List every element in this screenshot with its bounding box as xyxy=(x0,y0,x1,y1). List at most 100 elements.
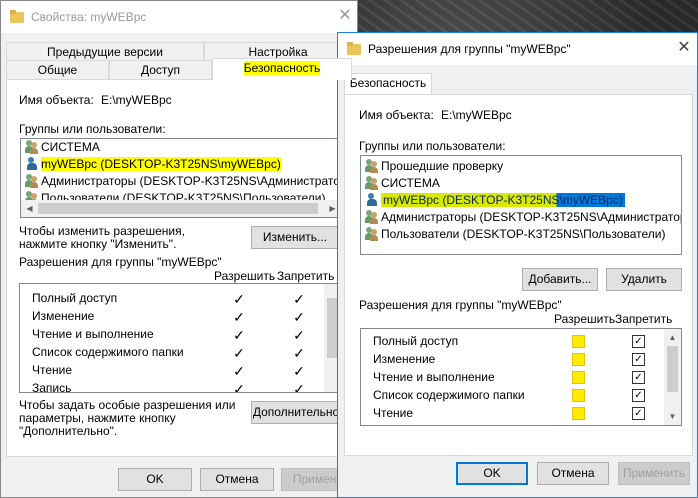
tab-security-label: Безопасность xyxy=(243,61,321,75)
permissions-label: Разрешения для группы "myWEBpc" xyxy=(19,255,222,269)
deny-header: Запретить xyxy=(615,312,673,326)
list-item-label: Прошедшие проверку xyxy=(381,159,504,173)
deny-checkbox[interactable]: ✓ xyxy=(632,335,645,348)
list-item-label: myWEBpc (DESKTOP-K3T25NS\myWEBpc) xyxy=(381,193,625,207)
users-list[interactable]: СИСТЕМА myWEBpc (DESKTOP-K3T25NS\myWEBpc… xyxy=(20,138,342,218)
permissions-label: Разрешения для группы "myWEBpc" xyxy=(359,298,562,312)
close-icon[interactable]: ✕ xyxy=(333,5,357,27)
advanced-hint-line2: параметры, нажмите кнопку xyxy=(19,411,176,425)
horizontal-scrollbar[interactable]: ◀ ▶ xyxy=(21,200,341,217)
change-hint-line2: нажмите кнопку "Изменить". xyxy=(19,237,177,251)
perm-row: Чтение xyxy=(32,363,73,377)
vertical-scrollbar[interactable]: ▲ ▼ xyxy=(664,329,681,425)
list-item[interactable]: СИСТЕМА xyxy=(23,139,100,155)
tab-previous-versions[interactable]: Предыдущие версии xyxy=(6,42,204,62)
perm-row: Полный доступ xyxy=(373,334,459,348)
tab-security[interactable]: Безопасность xyxy=(212,58,352,80)
list-item-label: myWEBpc (DESKTOP-K3T25NS\myWEBpc) xyxy=(41,157,281,171)
scroll-thumb[interactable] xyxy=(667,346,678,392)
cancel-button[interactable]: Отмена xyxy=(200,468,274,491)
tab-security[interactable]: Безопасность xyxy=(344,73,432,95)
object-name-label: Имя объекта: xyxy=(359,108,434,122)
folder-icon xyxy=(10,10,24,24)
tab-general[interactable]: Общие xyxy=(6,60,109,80)
object-name-value: E:\myWEBpc xyxy=(101,93,172,107)
scroll-down-icon[interactable]: ▼ xyxy=(664,408,681,425)
apply-button[interactable]: Применить xyxy=(618,462,690,485)
close-icon[interactable]: ✕ xyxy=(672,37,696,59)
advanced-hint-line3: "Дополнительно". xyxy=(19,424,118,438)
tab-sharing[interactable]: Доступ xyxy=(109,60,212,80)
list-item-selected[interactable]: myWEBpc (DESKTOP-K3T25NS\myWEBpc) xyxy=(23,156,281,172)
change-hint-line1: Чтобы изменить разрешения, xyxy=(19,224,185,238)
allow-checkbox[interactable] xyxy=(572,389,585,402)
users-group-icon xyxy=(25,140,39,154)
perm-row: Список содержимого папки xyxy=(32,345,184,359)
perm-row: Полный доступ xyxy=(32,291,118,305)
advanced-button[interactable]: Дополнительно xyxy=(251,401,341,424)
perm-row: Список содержимого папки xyxy=(373,388,525,402)
check-icon: ✓ xyxy=(293,291,305,307)
groups-label: Группы или пользователи: xyxy=(19,122,166,136)
add-button[interactable]: Добавить... xyxy=(522,268,598,291)
advanced-hint-line1: Чтобы задать особые разрешения или xyxy=(19,398,236,412)
list-item-label: СИСТЕМА xyxy=(381,176,440,190)
permissions-window: Разрешения для группы "myWEBpc" ✕ Безопа… xyxy=(337,32,698,498)
ok-button[interactable]: OK xyxy=(118,468,192,491)
list-item[interactable]: Пользователи (DESKTOP-K3T25NS\Пользовате… xyxy=(363,226,665,242)
perm-row: Изменение xyxy=(32,309,95,323)
deny-checkbox[interactable]: ✓ xyxy=(632,389,645,402)
list-item[interactable]: Администраторы (DESKTOP-K3T25NS\Админист… xyxy=(23,173,342,189)
allow-checkbox[interactable] xyxy=(572,353,585,366)
object-name-value: E:\myWEBpc xyxy=(441,108,512,122)
list-item-selected[interactable]: myWEBpc (DESKTOP-K3T25NS\myWEBpc) xyxy=(363,192,625,208)
deny-checkbox[interactable]: ✓ xyxy=(632,353,645,366)
list-item-label: СИСТЕМА xyxy=(41,140,100,154)
perm-row: Запись xyxy=(32,381,72,393)
check-icon: ✓ xyxy=(233,291,245,307)
window-title: Свойства: myWEBpc xyxy=(31,10,147,24)
cancel-button[interactable]: Отмена xyxy=(537,462,609,485)
check-icon: ✓ xyxy=(233,363,245,379)
user-icon xyxy=(25,157,39,171)
users-group-icon xyxy=(365,176,379,190)
properties-window: Свойства: myWEBpc ✕ Предыдущие версии На… xyxy=(0,0,358,498)
allow-checkbox[interactable] xyxy=(572,335,585,348)
allow-header: Разрешить xyxy=(554,312,616,326)
list-item[interactable]: Прошедшие проверку xyxy=(363,158,503,174)
check-icon: ✓ xyxy=(293,345,305,361)
allow-header: Разрешить xyxy=(214,269,276,283)
users-group-icon xyxy=(365,227,379,241)
users-group-icon xyxy=(25,174,39,188)
permissions-list: Полный доступ Изменение Чтение и выполне… xyxy=(19,283,342,393)
permissions-list: Полный доступ Изменение Чтение и выполне… xyxy=(360,328,682,426)
users-list[interactable]: Прошедшие проверку СИСТЕМА myWEBpc (DESK… xyxy=(360,155,682,255)
security-panel: Имя объекта: E:\myWEBpc Группы или польз… xyxy=(6,79,352,457)
allow-checkbox[interactable] xyxy=(572,407,585,420)
window-title: Разрешения для группы "myWEBpc" xyxy=(368,42,571,56)
groups-label: Группы или пользователи: xyxy=(359,139,506,153)
deny-header: Запретить xyxy=(277,269,335,283)
change-button[interactable]: Изменить... xyxy=(251,226,339,249)
deny-checkbox[interactable]: ✓ xyxy=(632,371,645,384)
security-panel: Имя объекта: E:\myWEBpc Группы или польз… xyxy=(344,94,693,456)
scroll-up-icon[interactable]: ▲ xyxy=(664,329,681,346)
allow-checkbox[interactable] xyxy=(572,371,585,384)
perm-row: Чтение и выполнение xyxy=(373,370,495,384)
remove-button[interactable]: Удалить xyxy=(606,268,682,291)
object-name-label: Имя объекта: xyxy=(19,93,94,107)
check-icon: ✓ xyxy=(233,381,245,393)
ok-button[interactable]: OK xyxy=(456,462,528,485)
list-item-label: Администраторы (DESKTOP-K3T25NS\Админист… xyxy=(41,174,342,188)
scroll-thumb[interactable] xyxy=(38,203,318,214)
list-item[interactable]: СИСТЕМА xyxy=(363,175,440,191)
list-item[interactable]: Администраторы (DESKTOP-K3T25NS\Админист… xyxy=(363,209,681,225)
users-group-icon xyxy=(365,210,379,224)
title-bar: Разрешения для группы "myWEBpc" ✕ xyxy=(338,33,697,65)
folder-icon xyxy=(347,42,361,56)
users-group-icon xyxy=(365,159,379,173)
deny-checkbox[interactable]: ✓ xyxy=(632,407,645,420)
scroll-left-icon[interactable]: ◀ xyxy=(21,200,38,217)
list-item-label: Пользователи (DESKTOP-K3T25NS\Пользовате… xyxy=(381,227,666,241)
perm-row: Чтение и выполнение xyxy=(32,327,154,341)
